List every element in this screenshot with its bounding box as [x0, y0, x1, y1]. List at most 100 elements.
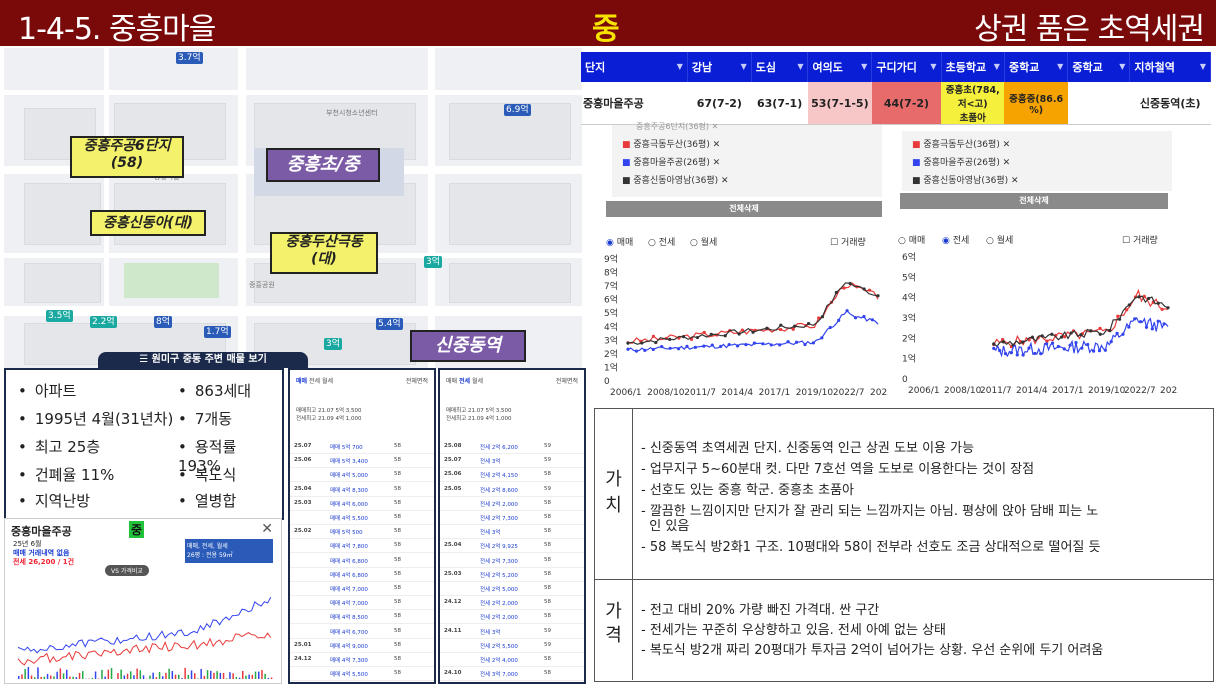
table-cell: 59 [544, 443, 551, 449]
table-header-cell[interactable]: 강남 ▼ [687, 52, 752, 82]
legend-item[interactable]: 중흥극동두산(36평) ✕ [633, 140, 720, 150]
table-header-cell[interactable]: 중학교 ▼ [1004, 52, 1069, 82]
price-pin[interactable]: 3.7억 [176, 52, 203, 64]
map-banner[interactable]: ☰ 원미구 중동 주변 매물 보기 [98, 352, 308, 368]
area-filter[interactable]: 전체면적 [556, 376, 578, 385]
table-row[interactable]: 전세 2억 2,000 58 [440, 497, 584, 511]
table-header-cell[interactable]: 도심 ▼ [751, 52, 809, 82]
table-row[interactable]: 25.07 전세 3억 59 [440, 454, 584, 469]
table-row[interactable]: 전세 2억 5,500 59 [440, 639, 584, 653]
price-pin[interactable]: 1.7억 [204, 326, 231, 338]
price-pin[interactable]: 6.9억 [504, 104, 531, 116]
legend-item[interactable]: 중흥마을주공(26평) ✕ [923, 158, 1010, 168]
tab-rent[interactable]: 월세 [472, 378, 483, 385]
clear-all-button[interactable]: 전체삭제 [900, 193, 1168, 209]
table-row[interactable]: 매매 4억 5,000 58 [290, 468, 434, 483]
tab-sale[interactable]: 매매 [446, 378, 457, 385]
radio-lease[interactable]: ○ 전세 [648, 235, 675, 248]
map[interactable]: 중흥마을 부천시청소년센터 중흥공원 중흥주공6단지 (58) 중흥초/중 중흥… [4, 48, 582, 368]
volume-checkbox[interactable]: ☐ 거래량 [1122, 233, 1158, 246]
table-header-cell[interactable]: 구디가디 ▼ [871, 52, 942, 82]
table-row[interactable]: 25.01 매매 4억 9,000 58 [290, 639, 434, 653]
table-row[interactable]: 매매 4억 5,500 58 [290, 667, 434, 682]
radio-sale[interactable]: ◉ 매매 [606, 235, 633, 248]
table-row[interactable]: 25.03 매매 4억 6,000 58 [290, 497, 434, 511]
table-row[interactable]: 25.06 매매 5억 3,400 58 [290, 454, 434, 469]
legend-item[interactable]: 중흥신동아영남(36평) ✕ [923, 176, 1018, 186]
table-row[interactable]: 25.04 전세 2억 9,925 58 [440, 539, 584, 554]
table-row[interactable]: 전세 2억 5,000 58 [440, 582, 584, 596]
table-header-cell[interactable]: 초등학교 ▼ [941, 52, 1005, 82]
area-filter[interactable]: 전체면적 [406, 376, 428, 385]
table-row[interactable]: 25.08 전세 2억 6,200 59 [440, 440, 584, 454]
price-pin[interactable]: 2.2억 [90, 316, 117, 328]
price-pin[interactable]: 5.4억 [376, 318, 403, 330]
price-pin[interactable]: 3억 [424, 256, 443, 268]
volume-checkbox[interactable]: ☐ 거래량 [830, 235, 866, 248]
data-point [778, 327, 783, 332]
table-row[interactable]: 25.02 매매 5억 500 58 [290, 525, 434, 540]
table-row[interactable]: 매매 4억 6,800 58 [290, 568, 434, 582]
price-pin[interactable]: 3억 [324, 338, 343, 350]
info-corridor: 복도식 [178, 464, 236, 485]
table-row[interactable]: 전세 2억 2,000 58 [440, 610, 584, 625]
legend-item[interactable]: 중흥신동아영남(36평) ✕ [633, 176, 728, 186]
table-row[interactable]: 전세 2억 7,300 58 [440, 511, 584, 525]
legend-item[interactable]: 중흥마을주공(26평) ✕ [633, 158, 720, 168]
table-row[interactable]: 매매 4억 6,700 58 [290, 625, 434, 639]
table-header-cell[interactable]: 단지 ▼ [581, 52, 688, 82]
table-row[interactable]: 전세 2억 4,000 58 [440, 653, 584, 667]
tab-lease[interactable]: 전세 [459, 378, 470, 385]
table-row[interactable]: 24.12 매매 4억 7,300 58 [290, 653, 434, 667]
table-row[interactable]: 25.04 매매 4억 8,300 58 [290, 483, 434, 497]
table-row[interactable]: 전세 3억 58 [440, 525, 584, 540]
table-row[interactable]: 25.03 전세 2억 5,200 58 [440, 568, 584, 582]
data-point [1147, 296, 1151, 301]
map-label-school: 중흥초/중 [266, 148, 380, 182]
volume-bar [206, 670, 209, 679]
summary-max-sale: 매매최고 21.07 5억 3,500 [446, 408, 512, 414]
table-cell: 58 [394, 627, 401, 634]
close-icon[interactable]: ✕ [261, 521, 273, 537]
data-point [737, 332, 741, 336]
price-pin[interactable]: 8억 [154, 316, 173, 328]
table-row[interactable]: 25.07 매매 5억 700 58 [290, 440, 434, 454]
data-point [1098, 326, 1102, 331]
radio-lease[interactable]: ◉ 전세 [942, 233, 969, 246]
info-heating: 지역난방 [18, 490, 90, 511]
lease-listing-panel[interactable]: 매매 전세 월세 전체면적 매매최고 21.07 5억 3,500 전세최고 2… [438, 368, 586, 684]
radio-rent[interactable]: ○ 월세 [986, 233, 1013, 246]
table-header-cell[interactable]: 여의도 ▼ [807, 52, 873, 82]
radio-rent[interactable]: ○ 월세 [690, 235, 717, 248]
tab-lease[interactable]: 전세 [309, 378, 320, 385]
table-row[interactable]: 매매 4억 5,500 58 [290, 511, 434, 525]
price-pin[interactable]: 3.5억 [46, 310, 73, 322]
table-row[interactable]: 24.11 전세 3억 59 [440, 625, 584, 639]
clear-all-button[interactable]: 전체삭제 [606, 201, 882, 217]
evaluation-box: 가 치 가 격 - 신중동역 초역세권 단지. 신중동역 인근 상권 도보 이용… [594, 408, 1214, 682]
table-row[interactable]: 25.05 전세 2억 8,600 59 [440, 483, 584, 497]
table-row[interactable]: 매매 4억 7,000 58 [290, 582, 434, 596]
tab-rent[interactable]: 월세 [322, 378, 333, 385]
table-cell: 58 [394, 457, 401, 464]
table-row[interactable]: 매매 4억 6,800 58 [290, 554, 434, 568]
legend-item[interactable]: 중흥주공6단지(36평) ✕ [636, 121, 718, 132]
table-row[interactable]: 24.12 전세 2억 2,000 58 [440, 596, 584, 611]
table-row[interactable]: 매매 4억 7,800 58 [290, 539, 434, 554]
legend-item[interactable]: 중흥극동두산(36평) ✕ [923, 140, 1010, 150]
tab-sale[interactable]: 매매 [296, 378, 307, 385]
data-point [676, 347, 681, 351]
table-row[interactable]: 24.10 전세 3억 7,000 58 [440, 667, 584, 682]
table-row[interactable]: 매매 4억 8,500 58 [290, 610, 434, 625]
y-tick-label: 4억 [604, 321, 618, 333]
table-header-cell[interactable]: 지하철역 ▼ [1129, 52, 1211, 82]
table-row[interactable]: 전세 2억 7,300 58 [440, 554, 584, 568]
table-row[interactable]: 25.06 전세 2억 4,150 58 [440, 468, 584, 483]
volume-bar [78, 672, 81, 679]
sale-listing-panel[interactable]: 매매 전세 월세 전체면적 매매최고 21.07 5억 3,500 전세최고 2… [288, 368, 436, 684]
mini-chart-legend[interactable]: 매매, 전세, 월세 26평 : 전용 59㎡ [185, 539, 273, 563]
table-row[interactable]: 매매 4억 7,000 58 [290, 596, 434, 611]
data-point [668, 337, 672, 341]
radio-sale[interactable]: ○ 매매 [898, 233, 925, 246]
table-header-cell[interactable]: 중학교 ▼ [1067, 52, 1131, 82]
